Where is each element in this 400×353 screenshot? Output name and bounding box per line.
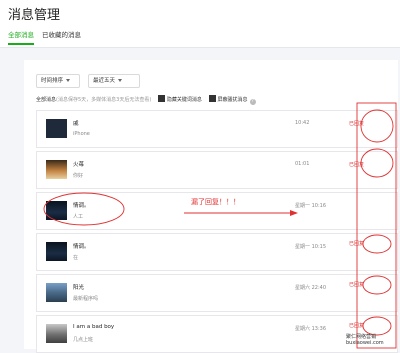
- message-time: 星期一 10:15: [295, 244, 326, 250]
- avatar: [46, 283, 67, 302]
- message-text: 最新程序吗: [73, 296, 99, 302]
- message-text: iPhone: [73, 131, 90, 137]
- summary-line: 全部消息(消息保存5天，多媒体消息3天后无法查看) 隐藏关键词消息 屏蔽骚扰消息…: [36, 95, 256, 105]
- sender-name[interactable]: 阳光: [73, 283, 84, 291]
- message-text: 在: [73, 255, 79, 261]
- reply-button[interactable]: 已回复: [349, 161, 364, 168]
- sender-name[interactable]: 戚: [73, 119, 79, 127]
- message-row[interactable]: 情调。 在 星期一 10:15 已回复: [36, 233, 398, 271]
- range-select-label: 最近五天: [93, 78, 116, 84]
- watermark-line2: buxiaowei.com: [346, 340, 384, 346]
- message-time: 10:42: [295, 120, 310, 126]
- chevron-down-icon: [118, 79, 123, 82]
- summary-hint: (消息保存5天，多媒体消息3天后无法查看): [56, 97, 152, 103]
- summary-title: 全部消息: [36, 97, 57, 103]
- avatar: [46, 119, 67, 138]
- message-time: 01:01: [295, 161, 310, 167]
- sender-name[interactable]: 情调。: [73, 242, 90, 250]
- annotation-text: 漏了回复！！！: [191, 198, 240, 206]
- avatar: [46, 324, 67, 343]
- reply-button[interactable]: 已回复: [349, 281, 364, 288]
- avatar: [46, 201, 67, 220]
- message-row[interactable]: I am a bad boy 几点上班 星期六 13:36 已回复: [36, 315, 398, 353]
- message-row[interactable]: 火苺 你好 01:01 已回复: [36, 151, 398, 189]
- message-time: 星期一 10:16: [295, 203, 326, 209]
- message-text: 几点上班: [73, 337, 94, 343]
- sort-select-label: 时间排序: [41, 78, 64, 84]
- watermark: 聚仁网络营销 buxiaowei.com: [346, 334, 384, 346]
- block-spam-checkbox[interactable]: [208, 95, 216, 102]
- tab-starred-messages[interactable]: 已收藏的消息: [42, 29, 81, 41]
- hide-keyword-label: 隐藏关键词消息: [166, 97, 202, 103]
- sender-name[interactable]: I am a bad boy: [73, 324, 114, 330]
- help-icon[interactable]: ?: [249, 99, 256, 105]
- range-select[interactable]: 最近五天: [88, 74, 140, 88]
- message-row[interactable]: 阳光 最新程序吗 星期六 22:40 已回复: [36, 274, 398, 312]
- message-time: 星期六 22:40: [295, 285, 326, 291]
- reply-button[interactable]: 已回复: [349, 240, 364, 247]
- sender-name[interactable]: 火苺: [73, 160, 84, 168]
- reply-button[interactable]: 已回复: [349, 120, 364, 127]
- hide-keyword-checkbox[interactable]: [157, 95, 165, 102]
- message-text: 你好: [73, 173, 84, 179]
- page-title: 消息管理: [8, 8, 61, 23]
- sort-select[interactable]: 时间排序: [36, 74, 80, 88]
- top-bar: 消息管理 全部消息 已收藏的消息: [0, 0, 400, 48]
- tab-bar: 全部消息 已收藏的消息: [0, 29, 400, 48]
- chevron-down-icon: [66, 79, 71, 82]
- block-spam-label: 屏蔽骚扰消息: [217, 97, 248, 103]
- message-row[interactable]: 戚 iPhone 10:42 已回复: [36, 110, 398, 148]
- reply-button[interactable]: 已回复: [349, 322, 364, 329]
- message-time: 星期六 13:36: [295, 326, 326, 332]
- avatar: [46, 242, 67, 261]
- message-text: 人工: [73, 214, 84, 220]
- avatar: [46, 160, 67, 179]
- tab-all-messages[interactable]: 全部消息: [8, 29, 34, 45]
- sender-name[interactable]: 情调。: [73, 201, 90, 209]
